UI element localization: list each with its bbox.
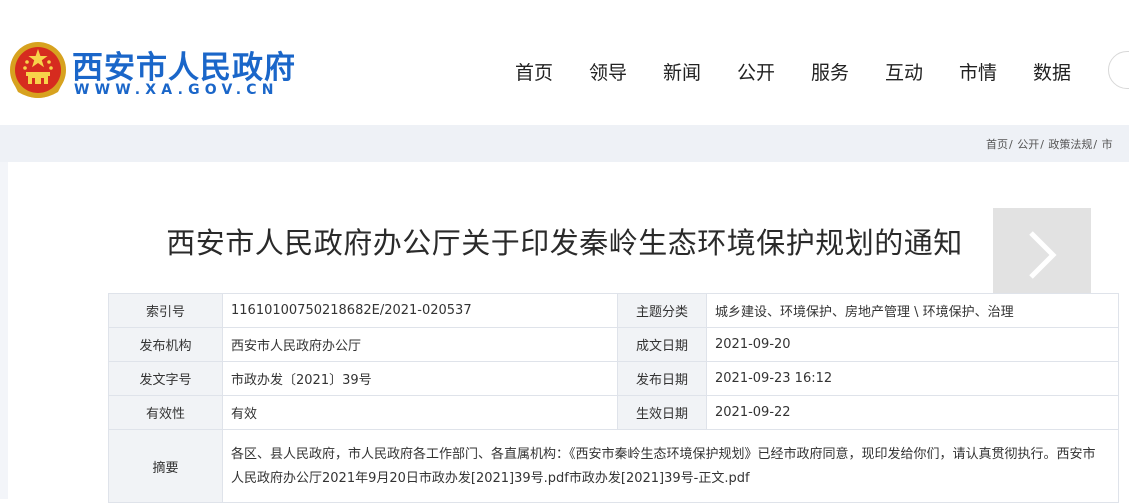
validity-label: 有效性 — [108, 395, 223, 430]
nav-item-public[interactable]: 公开 — [737, 58, 775, 85]
index-no-value: 11610100750218682E/2021-020537 — [222, 293, 618, 328]
site-name[interactable]: 西安市人民政府 — [72, 42, 296, 87]
doc-no-value: 市政办发〔2021〕39号 — [222, 361, 618, 396]
nav-item-services[interactable]: 服务 — [811, 58, 849, 85]
table-row: 索引号 11610100750218682E/2021-020537 主题分类 … — [108, 293, 1119, 328]
issuer-label: 发布机构 — [108, 327, 223, 362]
table-row: 有效性 有效 生效日期 2021-09-22 — [108, 395, 1119, 430]
created-date-label: 成文日期 — [617, 327, 707, 362]
site-url: WWW.XA.GOV.CN — [74, 82, 279, 98]
national-emblem-icon[interactable] — [8, 40, 68, 100]
abstract-label: 摘要 — [108, 429, 223, 503]
effective-date-value: 2021-09-22 — [706, 395, 1119, 430]
chevron-right-icon — [1029, 231, 1057, 279]
document-panel: 西安市人民政府办公厅关于印发秦岭生态环境保护规划的通知 索引号 11610100… — [0, 162, 1129, 503]
breadcrumb: 首页/ 公开/ 政策法规/ 市 — [986, 138, 1113, 151]
breadcrumb-public[interactable]: 公开 — [1017, 138, 1039, 151]
breadcrumb-policy[interactable]: 政策法规 — [1048, 138, 1092, 151]
site-header: 西安市人民政府 WWW.XA.GOV.CN 首页 领导 新闻 公开 服务 互动 … — [0, 0, 1129, 125]
nav-item-news[interactable]: 新闻 — [663, 58, 701, 85]
nav-item-home[interactable]: 首页 — [515, 58, 553, 85]
table-row: 发布机构 西安市人民政府办公厅 成文日期 2021-09-20 — [108, 327, 1119, 362]
search-button[interactable] — [1108, 51, 1129, 89]
topic-value: 城乡建设、环境保护、房地产管理 \ 环境保护、治理 — [706, 293, 1119, 328]
doc-no-label: 发文字号 — [108, 361, 223, 396]
breadcrumb-city[interactable]: 市 — [1102, 138, 1113, 151]
abstract-value: 各区、县人民政府，市人民政府各工作部门、各直属机构：《西安市秦岭生态环境保护规划… — [222, 429, 1119, 503]
document-info-table: 索引号 11610100750218682E/2021-020537 主题分类 … — [108, 293, 1119, 503]
validity-value: 有效 — [222, 395, 618, 430]
nav-item-leaders[interactable]: 领导 — [589, 58, 627, 85]
published-date-label: 发布日期 — [617, 361, 707, 396]
published-date-value: 2021-09-23 16:12 — [706, 361, 1119, 396]
topic-label: 主题分类 — [617, 293, 707, 328]
page-edge — [0, 162, 8, 499]
nav-item-interaction[interactable]: 互动 — [885, 58, 923, 85]
table-row: 发文字号 市政办发〔2021〕39号 发布日期 2021-09-23 16:12 — [108, 361, 1119, 396]
breadcrumb-bar: 首页/ 公开/ 政策法规/ 市 — [0, 125, 1129, 162]
next-page-button[interactable] — [993, 208, 1091, 302]
table-row: 摘要 各区、县人民政府，市人民政府各工作部门、各直属机构：《西安市秦岭生态环境保… — [108, 429, 1119, 503]
breadcrumb-home[interactable]: 首页 — [986, 138, 1008, 151]
created-date-value: 2021-09-20 — [706, 327, 1119, 362]
index-no-label: 索引号 — [108, 293, 223, 328]
effective-date-label: 生效日期 — [617, 395, 707, 430]
nav-item-data[interactable]: 数据 — [1033, 58, 1071, 85]
nav-item-city-info[interactable]: 市情 — [959, 58, 997, 85]
issuer-value: 西安市人民政府办公厅 — [222, 327, 618, 362]
page-title: 西安市人民政府办公厅关于印发秦岭生态环境保护规划的通知 — [166, 226, 963, 260]
